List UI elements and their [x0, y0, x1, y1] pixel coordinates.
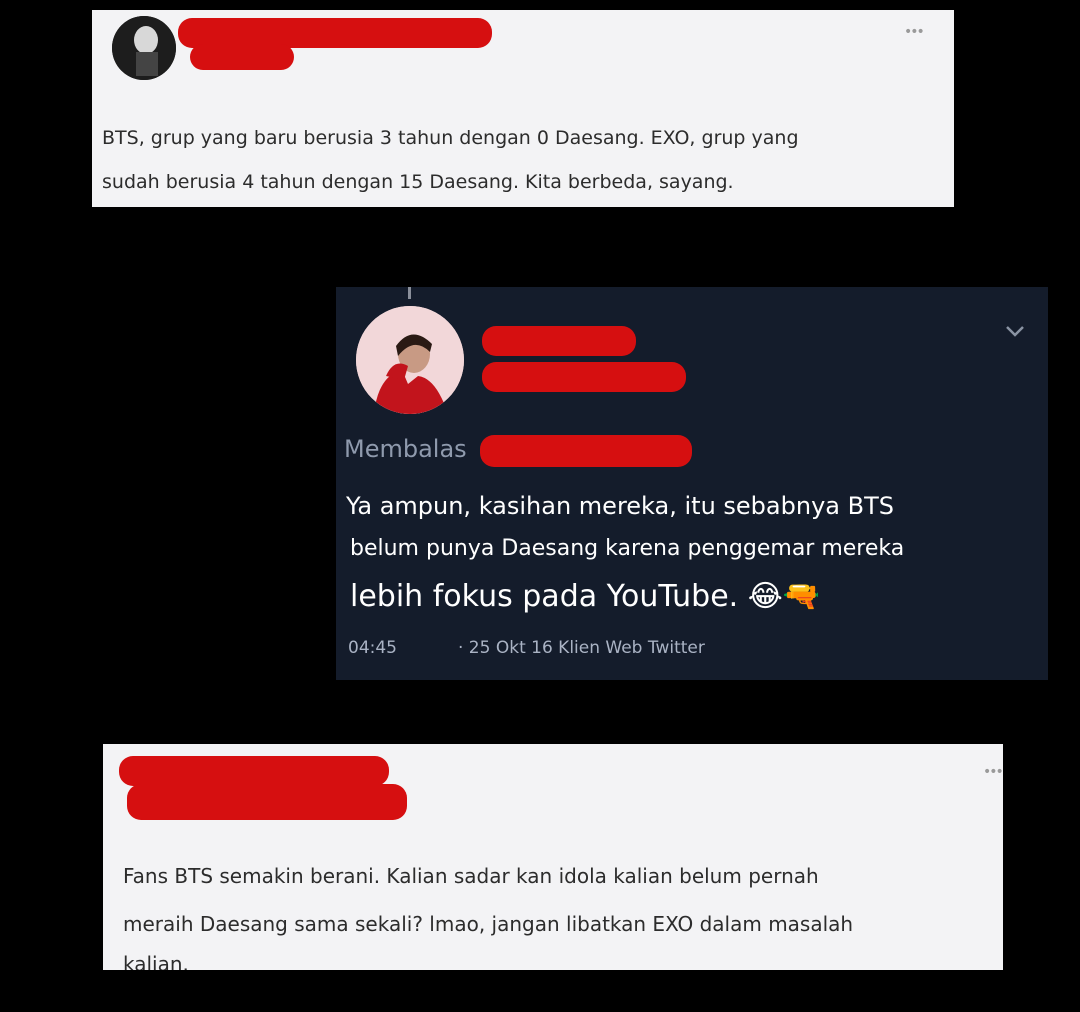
tweet-text: Ya ampun, kasihan mereka, itu sebabnya B… [346, 483, 904, 625]
tweet-text-line: Ya ampun, kasihan mereka, itu sebabnya B… [346, 492, 894, 520]
tears-of-joy-icon: 😂 [747, 579, 783, 614]
tweet-meta[interactable]: · 25 Okt 16 Klien Web Twitter [458, 638, 705, 658]
redacted-reply-target[interactable] [480, 435, 692, 467]
reply-label: Membalas [344, 435, 467, 463]
chevron-down-icon[interactable] [1004, 323, 1026, 342]
redacted-username [482, 326, 636, 356]
tweet-text: Fans BTS semakin berani. Kalian sadar ka… [123, 852, 853, 970]
redacted-handle [482, 362, 686, 392]
tweet-card-2: Membalas Ya ampun, kasihan mereka, itu s… [336, 287, 1048, 680]
tweet-card-1: ••• BTS, grup yang baru berusia 3 tahun … [92, 10, 954, 207]
tweet-text-line: BTS, grup yang baru berusia 3 tahun deng… [102, 127, 799, 149]
tweet-text-line: Fans BTS semakin berani. Kalian sadar ka… [123, 864, 819, 888]
thread-line [408, 287, 411, 299]
tweet-text-big: lebih fokus pada YouTube. [350, 579, 739, 614]
redacted-handle [190, 44, 294, 70]
tweet-card-3: ••• Fans BTS semakin berani. Kalian sada… [103, 744, 1003, 970]
tweet-text: BTS, grup yang baru berusia 3 tahun deng… [102, 116, 799, 204]
water-pistol-icon: 🔫 [782, 579, 821, 614]
tweet-text-line: sudah berusia 4 tahun dengan 15 Daesang.… [102, 171, 734, 193]
tweet-time: 04:45 [348, 638, 397, 658]
tweet-text-big-line: lebih fokus pada YouTube. 😂🔫 [346, 569, 904, 625]
redacted-handle [127, 784, 407, 820]
more-dots-icon[interactable]: ••• [904, 24, 925, 40]
tweet-text-line: meraih Daesang sama sekali? lmao, jangan… [123, 912, 854, 936]
avatar[interactable] [356, 306, 464, 414]
more-dots-icon[interactable]: ••• [983, 764, 1003, 780]
avatar[interactable] [112, 16, 176, 80]
redacted-username [119, 756, 389, 786]
tweet-text-line: belum punya Daesang karena penggemar mer… [350, 536, 905, 561]
